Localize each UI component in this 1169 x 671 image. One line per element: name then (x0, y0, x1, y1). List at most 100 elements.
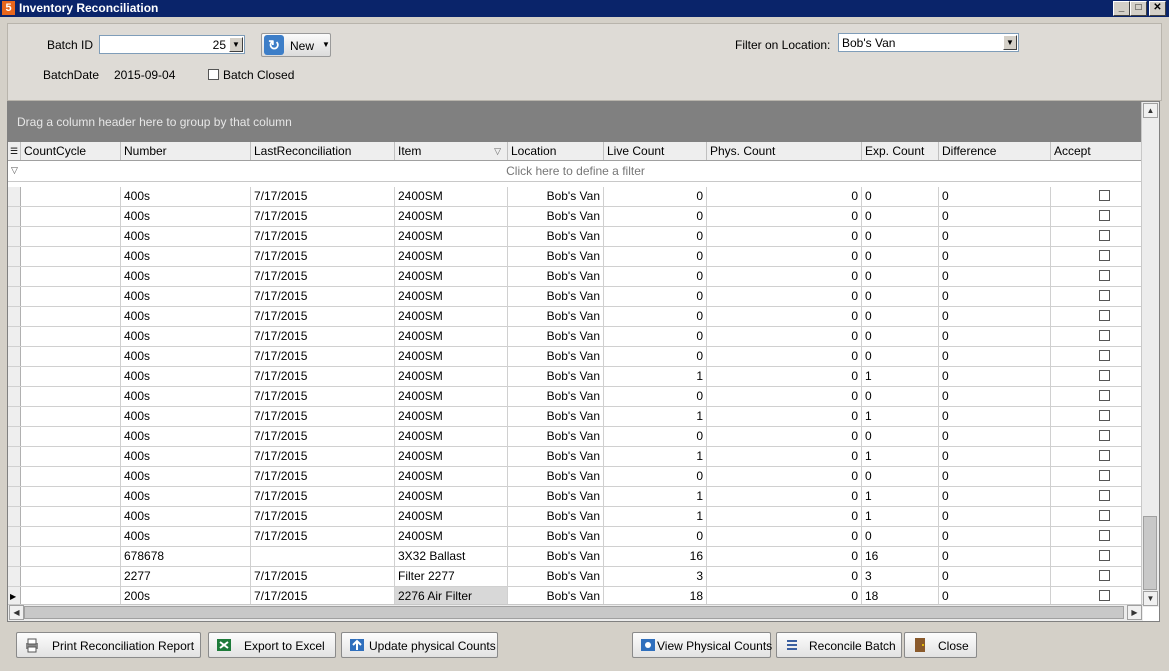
column-header-live-count[interactable]: Live Count (604, 142, 707, 160)
cell-number[interactable]: 400s (121, 467, 251, 486)
batch-id-combo[interactable]: 25 ▼ (99, 35, 245, 54)
cell-accept[interactable] (1051, 567, 1143, 586)
table-row[interactable]: 400s 7/17/2015 2400SM Bob's Van 0 0 0 0 (8, 527, 1143, 547)
cell-accept[interactable] (1051, 467, 1143, 486)
cell-location[interactable]: Bob's Van (508, 287, 604, 306)
cell-phys-count[interactable]: 0 (707, 387, 862, 406)
cell-accept[interactable] (1051, 287, 1143, 306)
accept-checkbox[interactable] (1099, 510, 1110, 521)
cell-live-count[interactable]: 0 (604, 287, 707, 306)
cell-number[interactable]: 400s (121, 387, 251, 406)
cell-difference[interactable]: 0 (939, 267, 1051, 286)
cell-location[interactable]: Bob's Van (508, 467, 604, 486)
table-row[interactable]: 400s 7/17/2015 2400SM Bob's Van 1 0 1 0 (8, 367, 1143, 387)
cell-location[interactable]: Bob's Van (508, 307, 604, 326)
cell-exp-count[interactable]: 0 (862, 187, 939, 206)
filter-row[interactable]: ▽ Click here to define a filter (8, 161, 1143, 182)
cell-item[interactable]: 3X32 Ballast (395, 547, 508, 566)
cell-lastreconciliation[interactable]: 7/17/2015 (251, 267, 395, 286)
cell-location[interactable]: Bob's Van (508, 187, 604, 206)
cell-difference[interactable]: 0 (939, 527, 1051, 546)
cell-lastreconciliation[interactable]: 7/17/2015 (251, 187, 395, 206)
row-indicator[interactable] (8, 267, 21, 286)
cell-accept[interactable] (1051, 327, 1143, 346)
accept-checkbox[interactable] (1099, 430, 1110, 441)
row-indicator[interactable] (8, 307, 21, 326)
cell-number[interactable]: 400s (121, 227, 251, 246)
table-row[interactable]: 400s 7/17/2015 2400SM Bob's Van 0 0 0 0 (8, 427, 1143, 447)
cell-item[interactable]: 2400SM (395, 347, 508, 366)
table-row[interactable]: 678678 3X32 Ballast Bob's Van 16 0 16 0 (8, 547, 1143, 567)
cell-number[interactable]: 400s (121, 527, 251, 546)
column-header-countcycle[interactable]: CountCycle (21, 142, 121, 160)
cell-difference[interactable]: 0 (939, 367, 1051, 386)
cell-countcycle[interactable] (21, 487, 121, 506)
cell-exp-count[interactable]: 3 (862, 567, 939, 586)
horizontal-scroll-thumb[interactable] (24, 606, 1124, 619)
cell-difference[interactable]: 0 (939, 307, 1051, 326)
accept-checkbox[interactable] (1099, 570, 1110, 581)
cell-countcycle[interactable] (21, 267, 121, 286)
cell-lastreconciliation[interactable]: 7/17/2015 (251, 387, 395, 406)
cell-live-count[interactable]: 16 (604, 547, 707, 566)
cell-lastreconciliation[interactable]: 7/17/2015 (251, 447, 395, 466)
row-indicator[interactable] (8, 347, 21, 366)
cell-accept[interactable] (1051, 387, 1143, 406)
view-counts-button[interactable]: View Physical Counts (632, 632, 772, 658)
cell-accept[interactable] (1051, 507, 1143, 526)
reconcile-batch-button[interactable]: Reconcile Batch (776, 632, 902, 658)
cell-countcycle[interactable] (21, 327, 121, 346)
accept-checkbox[interactable] (1099, 550, 1110, 561)
cell-item[interactable]: 2400SM (395, 227, 508, 246)
accept-checkbox[interactable] (1099, 230, 1110, 241)
cell-countcycle[interactable] (21, 447, 121, 466)
cell-lastreconciliation[interactable] (251, 547, 395, 566)
cell-lastreconciliation[interactable]: 7/17/2015 (251, 507, 395, 526)
cell-exp-count[interactable]: 0 (862, 427, 939, 446)
cell-live-count[interactable]: 0 (604, 387, 707, 406)
cell-number[interactable]: 400s (121, 427, 251, 446)
cell-live-count[interactable]: 0 (604, 267, 707, 286)
cell-phys-count[interactable]: 0 (707, 547, 862, 566)
cell-location[interactable]: Bob's Van (508, 347, 604, 366)
cell-countcycle[interactable] (21, 307, 121, 326)
row-indicator[interactable] (8, 247, 21, 266)
cell-item[interactable]: 2400SM (395, 207, 508, 226)
cell-lastreconciliation[interactable]: 7/17/2015 (251, 247, 395, 266)
scroll-up-icon[interactable]: ▲ (1143, 103, 1158, 118)
cell-number[interactable]: 400s (121, 207, 251, 226)
cell-item[interactable]: 2400SM (395, 367, 508, 386)
cell-phys-count[interactable]: 0 (707, 207, 862, 226)
row-indicator[interactable] (8, 407, 21, 426)
cell-exp-count[interactable]: 0 (862, 227, 939, 246)
accept-checkbox[interactable] (1099, 490, 1110, 501)
cell-item[interactable]: 2400SM (395, 247, 508, 266)
chevron-down-icon[interactable]: ▼ (1003, 35, 1017, 50)
cell-location[interactable]: Bob's Van (508, 447, 604, 466)
table-row[interactable]: 400s 7/17/2015 2400SM Bob's Van 0 0 0 0 (8, 227, 1143, 247)
table-row[interactable]: 400s 7/17/2015 2400SM Bob's Van 1 0 1 0 (8, 447, 1143, 467)
cell-countcycle[interactable] (21, 427, 121, 446)
cell-accept[interactable] (1051, 427, 1143, 446)
export-excel-button[interactable]: Export to Excel (208, 632, 336, 658)
cell-accept[interactable] (1051, 267, 1143, 286)
cell-difference[interactable]: 0 (939, 547, 1051, 566)
accept-checkbox[interactable] (1099, 410, 1110, 421)
cell-accept[interactable] (1051, 447, 1143, 466)
cell-countcycle[interactable] (21, 227, 121, 246)
accept-checkbox[interactable] (1099, 590, 1110, 601)
cell-exp-count[interactable]: 1 (862, 487, 939, 506)
cell-phys-count[interactable]: 0 (707, 527, 862, 546)
cell-phys-count[interactable]: 0 (707, 247, 862, 266)
cell-live-count[interactable]: 0 (604, 207, 707, 226)
cell-live-count[interactable]: 0 (604, 247, 707, 266)
cell-live-count[interactable]: 0 (604, 527, 707, 546)
cell-lastreconciliation[interactable]: 7/17/2015 (251, 307, 395, 326)
cell-number[interactable]: 400s (121, 247, 251, 266)
cell-number[interactable]: 400s (121, 187, 251, 206)
cell-location[interactable]: Bob's Van (508, 567, 604, 586)
cell-difference[interactable]: 0 (939, 427, 1051, 446)
column-header-lastreconciliation[interactable]: LastReconciliation (251, 142, 395, 160)
maximize-button[interactable]: □ (1130, 1, 1147, 16)
cell-accept[interactable] (1051, 487, 1143, 506)
